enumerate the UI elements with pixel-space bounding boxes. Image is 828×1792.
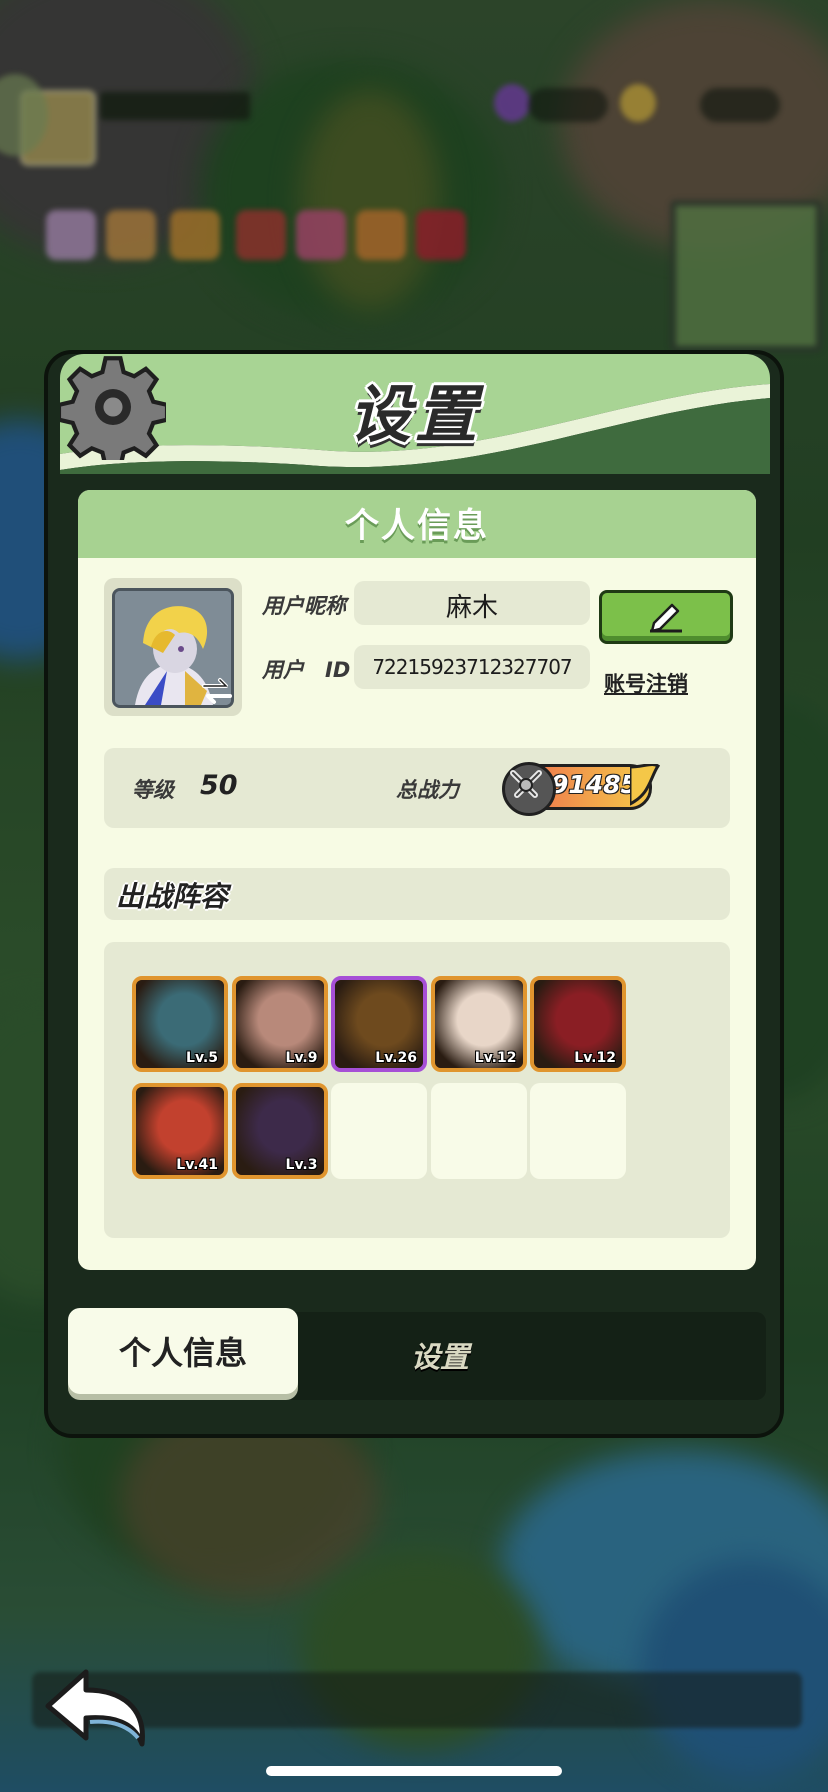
hero-level: Lv.12	[474, 1050, 517, 1066]
hero-level: Lv.41	[176, 1157, 218, 1173]
nickname-label: 用户昵称	[262, 594, 346, 618]
dialog-header: 设置	[60, 354, 770, 474]
user-id-field: 72215923712327707	[354, 645, 590, 689]
hero-slot[interactable]: Lv.12	[530, 976, 626, 1072]
home-indicator	[266, 1766, 562, 1776]
hero-slot[interactable]: Lv.9	[231, 976, 328, 1072]
hero-slot[interactable]: Lv.3	[231, 1083, 328, 1179]
edit-nickname-button[interactable]	[599, 590, 733, 644]
tab-settings[interactable]: 设置	[350, 1330, 530, 1380]
empty-hero-slot[interactable]	[331, 1083, 427, 1179]
crossed-swords-icon	[502, 762, 556, 816]
nickname-field: 麻木	[354, 581, 590, 625]
back-button[interactable]	[42, 1660, 152, 1750]
level-label: 等级	[132, 778, 174, 802]
nickname-value: 麻木	[445, 593, 498, 623]
tab-settings-label: 设置	[410, 1340, 469, 1374]
power-flame	[630, 764, 660, 806]
back-arrow-icon	[45, 1669, 145, 1747]
user-id-value: 72215923712327707	[372, 655, 572, 679]
hero-level: Lv.26	[375, 1050, 417, 1066]
personal-info-panel: 个人信息 用户昵称 麻木 用户 ID 72215923712327707 账号注…	[78, 490, 756, 1270]
tab-personal-info[interactable]: 个人信息	[68, 1308, 298, 1394]
empty-hero-slot[interactable]	[530, 1083, 626, 1179]
level-value: 50	[200, 770, 238, 801]
power-value: 91485	[551, 770, 638, 799]
tab-bar: 个人信息 设置	[68, 1308, 766, 1400]
tab-personal-info-label: 个人信息	[118, 1334, 247, 1372]
panel-header: 个人信息	[78, 490, 756, 558]
panel-title: 个人信息	[345, 506, 489, 546]
avatar-frame[interactable]	[104, 578, 242, 716]
hero-level: Lv.12	[574, 1050, 616, 1066]
hero-slot[interactable]: Lv.5	[132, 976, 228, 1072]
hero-level: Lv.9	[285, 1050, 318, 1066]
empty-hero-slot[interactable]	[430, 1083, 527, 1179]
hero-level: Lv.3	[285, 1157, 318, 1173]
user-id-label: 用户 ID	[262, 658, 351, 682]
pen-icon	[650, 603, 682, 633]
stats-row: 等级 50 总战力 91485	[104, 748, 730, 828]
settings-dialog: 设置 个人信息 用户昵称 麻木 用户 ID 72215923712327707 …	[44, 350, 784, 1438]
lineup-grid: Lv.5 Lv.9 Lv.26 Lv.12 Lv.12 Lv.41 Lv.3	[104, 942, 730, 1238]
dialog-title: 设置	[348, 378, 481, 451]
lineup-title: 出战阵容	[116, 880, 229, 913]
power-label: 总战力	[396, 778, 459, 802]
hero-slot[interactable]: Lv.41	[132, 1083, 228, 1179]
hero-level: Lv.5	[186, 1050, 218, 1066]
swap-avatar-icon[interactable]	[200, 676, 234, 706]
hero-slot[interactable]: Lv.12	[430, 976, 527, 1072]
delete-account-link[interactable]: 账号注销	[604, 668, 688, 698]
hero-slot[interactable]: Lv.26	[331, 976, 427, 1072]
lineup-header: 出战阵容	[104, 868, 730, 920]
